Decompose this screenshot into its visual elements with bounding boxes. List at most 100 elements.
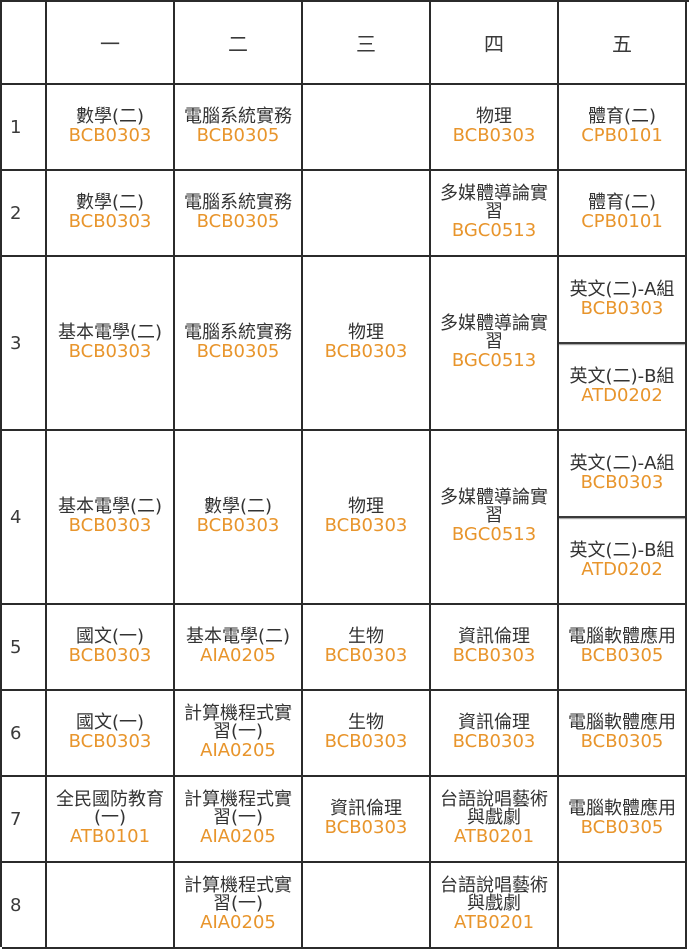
class-entry: 國文(一) BCB0303 — [54, 628, 166, 666]
class-entry: 生物 BCB0303 — [310, 714, 422, 752]
course-name: 電腦軟體應用 — [568, 798, 676, 819]
class-cell[interactable]: 基本電學(二) BCB0303 — [47, 431, 175, 605]
room-code: BCB0303 — [68, 731, 152, 752]
room-code: BCB0305 — [196, 125, 280, 146]
room-code: AIA0205 — [200, 740, 276, 761]
course-name: 體育(二) — [587, 106, 657, 127]
class-cell[interactable]: 數學(二) BCB0303 — [175, 431, 303, 605]
course-name: 計算機程式實習(一) — [184, 703, 292, 742]
class-cell[interactable]: 電腦系統實務 BCB0305 — [175, 257, 303, 431]
timetable-grid: 一二三四五 1 數學(二) BCB0303 電腦系統實務 BCB0305 物理 BCB0303… — [0, 0, 689, 949]
room-code: BCB0305 — [196, 211, 280, 232]
class-cell[interactable]: 生物 BCB0303 — [303, 605, 431, 691]
class-entry: 計算機程式實習(一) AIA0205 — [182, 791, 294, 847]
room-code: BCB0303 — [68, 645, 152, 666]
class-entry: 電腦系統實務 BCB0305 — [182, 324, 294, 362]
course-name: 物理 — [348, 322, 384, 343]
class-entry: 計算機程式實習(一) AIA0205 — [182, 877, 294, 933]
class-cell[interactable]: 國文(一) BCB0303 — [47, 605, 175, 691]
class-cell[interactable]: 生物 BCB0303 — [303, 691, 431, 777]
period-number: 1 — [2, 85, 47, 171]
course-name: 生物 — [348, 626, 384, 647]
room-code: BCB0303 — [68, 125, 152, 146]
course-name: 電腦系統實務 — [184, 322, 292, 343]
course-name: 多媒體導論實習 — [440, 487, 548, 526]
class-cell[interactable]: 全民國防教育(一) ATB0101 — [47, 777, 175, 863]
header-day-mon: 一 — [47, 2, 175, 85]
class-cell[interactable]: 多媒體導論實習 BGC0513 — [431, 431, 559, 605]
class-entry: 物理 BCB0303 — [438, 108, 550, 146]
room-code: ATD0202 — [581, 384, 663, 406]
room-code: CPB0101 — [581, 125, 663, 146]
class-cell[interactable]: 計算機程式實習(一) AIA0205 — [175, 863, 303, 949]
class-cell[interactable]: 基本電學(二) BCB0303 — [47, 257, 175, 431]
course-name: 英文(二)-B組 — [569, 539, 675, 561]
class-cell[interactable]: 電腦軟體應用 BCB0305 — [559, 691, 687, 777]
room-code: BCB0303 — [324, 731, 408, 752]
class-cell — [303, 85, 431, 171]
class-cell[interactable]: 電腦軟體應用 BCB0305 — [559, 777, 687, 863]
room-code: BCB0303 — [580, 471, 664, 493]
class-entry: 電腦軟體應用 BCB0305 — [566, 714, 678, 752]
course-name: 國文(一) — [75, 626, 145, 647]
class-entry: 基本電學(二) BCB0303 — [54, 498, 166, 536]
course-name: 物理 — [476, 106, 512, 127]
course-name: 基本電學(二) — [185, 626, 291, 647]
class-cell — [559, 863, 687, 949]
class-cell[interactable]: 資訊倫理 BCB0303 — [303, 777, 431, 863]
class-cell[interactable]: 計算機程式實習(一) AIA0205 — [175, 777, 303, 863]
room-code: BCB0303 — [452, 645, 536, 666]
class-cell[interactable]: 電腦系統實務 BCB0305 — [175, 171, 303, 257]
class-cell[interactable]: 電腦軟體應用 BCB0305 — [559, 605, 687, 691]
period-number: 8 — [2, 863, 47, 949]
class-cell[interactable]: 資訊倫理 BCB0303 — [431, 605, 559, 691]
class-cell[interactable]: 基本電學(二) AIA0205 — [175, 605, 303, 691]
class-cell[interactable]: 台語說唱藝術與戲劇 ATB0201 — [431, 863, 559, 949]
room-code: BCB0303 — [324, 817, 408, 838]
room-code: ATD0202 — [581, 558, 663, 580]
room-code: BCB0303 — [68, 341, 152, 362]
course-name: 英文(二)-B組 — [569, 365, 675, 387]
class-cell[interactable]: 國文(一) BCB0303 — [47, 691, 175, 777]
class-cell[interactable]: 數學(二) BCB0303 — [47, 85, 175, 171]
period-number: 3 — [2, 257, 47, 431]
class-entry: 資訊倫理 BCB0303 — [438, 714, 550, 752]
class-cell[interactable]: 計算機程式實習(一) AIA0205 — [175, 691, 303, 777]
class-entry: 多媒體導論實習 BGC0513 — [438, 185, 550, 241]
class-cell[interactable]: 數學(二) BCB0303 — [47, 171, 175, 257]
room-code: AIA0205 — [200, 645, 276, 666]
class-cell[interactable]: 英文(二)-A組 BCB0303 英文(二)-B組 ATD0202 — [559, 431, 687, 605]
class-cell[interactable]: 體育(二) CPB0101 — [559, 85, 687, 171]
class-cell[interactable]: 物理 BCB0303 — [303, 257, 431, 431]
course-name: 數學(二) — [75, 192, 145, 213]
class-cell[interactable]: 台語說唱藝術與戲劇 ATB0201 — [431, 777, 559, 863]
course-name: 電腦軟體應用 — [568, 712, 676, 733]
class-entry: 電腦系統實務 BCB0305 — [182, 108, 294, 146]
course-name: 電腦系統實務 — [184, 106, 292, 127]
class-cell[interactable]: 電腦系統實務 BCB0305 — [175, 85, 303, 171]
course-name: 台語說唱藝術與戲劇 — [440, 789, 548, 828]
room-code: BCB0305 — [580, 817, 664, 838]
room-code: BCB0303 — [68, 515, 152, 536]
class-cell[interactable]: 英文(二)-A組 BCB0303 英文(二)-B組 ATD0202 — [559, 257, 687, 431]
class-entry: 物理 BCB0303 — [310, 324, 422, 362]
course-name: 資訊倫理 — [458, 626, 530, 647]
class-cell[interactable]: 多媒體導論實習 BGC0513 — [431, 171, 559, 257]
course-name: 數學(二) — [203, 496, 273, 517]
room-code: BCB0305 — [580, 645, 664, 666]
class-entry: 多媒體導論實習 BGC0513 — [438, 315, 550, 371]
header-day-fri: 五 — [559, 2, 687, 85]
period-number: 6 — [2, 691, 47, 777]
class-cell[interactable]: 物理 BCB0303 — [303, 431, 431, 605]
course-name: 計算機程式實習(一) — [184, 789, 292, 828]
class-cell[interactable]: 資訊倫理 BCB0303 — [431, 691, 559, 777]
class-entry: 台語說唱藝術與戲劇 ATB0201 — [438, 791, 550, 847]
class-cell[interactable]: 多媒體導論實習 BGC0513 — [431, 257, 559, 431]
room-code: BCB0303 — [68, 211, 152, 232]
class-cell[interactable]: 物理 BCB0303 — [431, 85, 559, 171]
course-name: 英文(二)-A組 — [569, 278, 675, 300]
class-cell[interactable]: 體育(二) CPB0101 — [559, 171, 687, 257]
course-name: 全民國防教育(一) — [56, 789, 164, 828]
class-entry: 數學(二) BCB0303 — [182, 498, 294, 536]
course-name: 基本電學(二) — [57, 322, 163, 343]
